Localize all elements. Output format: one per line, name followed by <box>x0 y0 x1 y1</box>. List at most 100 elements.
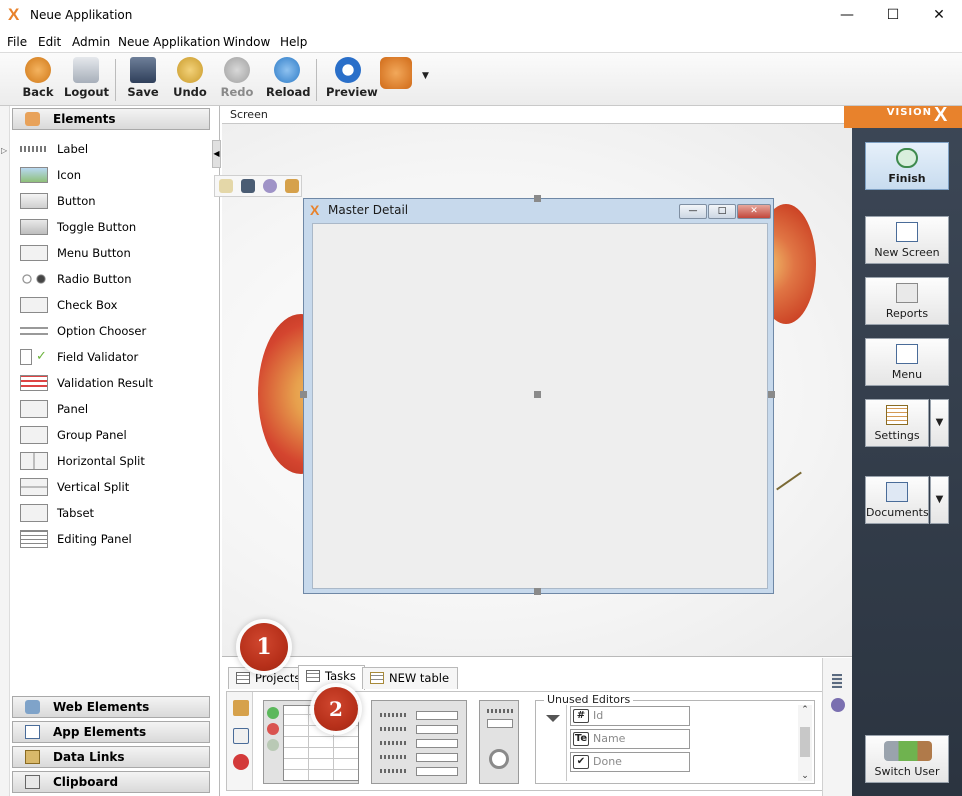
scroll-down-icon[interactable]: ⌄ <box>800 771 810 781</box>
unused-editors-scrollbar[interactable]: ⌃ ⌄ <box>798 705 812 781</box>
menu-button[interactable]: Menu <box>865 338 949 386</box>
menu-edit[interactable]: Edit <box>38 35 61 49</box>
menu-neue-applikation[interactable]: Neue Applikation <box>118 35 220 49</box>
collapse-arrow-icon[interactable]: ▷ <box>1 146 7 155</box>
reload-button[interactable]: Reload <box>266 57 311 103</box>
form-row <box>380 767 460 776</box>
right-sidebar: VISION X Finish New Screen Reports Menu … <box>844 104 962 796</box>
cube-icon <box>25 112 40 126</box>
form-row <box>380 711 460 720</box>
dropdown-arrow-icon: ▼ <box>422 71 429 81</box>
mobile-icon[interactable] <box>241 179 255 193</box>
horizontal-split-icon <box>20 452 48 470</box>
scroll-up-icon[interactable]: ⌃ <box>800 705 810 715</box>
globe-icon[interactable] <box>831 698 845 712</box>
step-badge-1: 1 <box>240 623 288 671</box>
documents-button[interactable]: Documents <box>865 476 929 524</box>
minimize-button[interactable]: — <box>824 0 870 30</box>
magnifier-icon <box>489 749 509 769</box>
undo-icon <box>177 57 203 83</box>
form-icon[interactable] <box>233 728 249 744</box>
preview-button[interactable]: Preview <box>326 57 378 103</box>
form-preview[interactable] <box>371 700 467 784</box>
new-screen-button[interactable]: New Screen <box>865 216 949 264</box>
inner-close-button[interactable]: ✕ <box>737 204 771 219</box>
form-row <box>380 725 460 734</box>
checkbox-icon <box>20 297 48 313</box>
unused-editor-name[interactable]: Te Name <box>570 729 690 749</box>
resize-handle[interactable] <box>534 195 541 202</box>
menu-help[interactable]: Help <box>280 35 307 49</box>
settings-dropdown[interactable]: ▼ <box>930 399 949 447</box>
pencil-icon[interactable] <box>233 700 249 716</box>
elements-category[interactable]: Elements <box>12 108 210 130</box>
left-panel: ▷ Elements ◀ Label Icon Button Toggle Bu… <box>0 106 221 796</box>
x-logo-icon: X <box>934 104 948 126</box>
number-field-icon: # <box>573 709 589 723</box>
inner-window-title: Master Detail <box>328 203 409 217</box>
bottom-editor-panel: Projects Tasks NEW table Unused Editors … <box>222 623 852 796</box>
x-gear-icon <box>380 57 412 89</box>
resize-handle[interactable] <box>534 588 541 595</box>
menu-window[interactable]: Window <box>223 35 270 49</box>
data-links-category[interactable]: Data Links <box>12 746 210 768</box>
maximize-button[interactable]: ☐ <box>870 0 916 30</box>
menu-icon <box>896 344 918 364</box>
bottom-side-rail <box>822 658 852 796</box>
search-preview[interactable] <box>479 700 519 784</box>
switch-user-button[interactable]: Switch User <box>865 735 949 783</box>
scroll-thumb[interactable] <box>800 727 810 757</box>
close-button[interactable]: ✕ <box>916 0 962 30</box>
x-logo-icon: X <box>8 5 20 24</box>
breadcrumb-screen[interactable]: Screen <box>230 108 268 121</box>
settings-button[interactable]: Settings <box>865 399 929 447</box>
back-button[interactable]: Back <box>20 57 56 103</box>
text-field-icon: Te <box>573 732 589 746</box>
save-button[interactable]: Save <box>126 57 160 103</box>
resize-handle[interactable] <box>534 391 541 398</box>
unused-editors-title: Unused Editors <box>544 693 634 706</box>
list-icon[interactable] <box>832 674 842 688</box>
background-apple-stem <box>776 471 802 491</box>
inner-window-body[interactable] <box>312 223 768 589</box>
redo-button[interactable]: Redo <box>220 57 254 103</box>
web-elements-category[interactable]: Web Elements <box>12 696 210 718</box>
validation-result-icon <box>20 375 48 391</box>
remove-row-icon[interactable] <box>267 723 279 735</box>
undo-button[interactable]: Undo <box>172 57 208 103</box>
menu-admin[interactable]: Admin <box>72 35 110 49</box>
clipboard-category[interactable]: Clipboard <box>12 771 210 793</box>
unused-editors-group: Unused Editors # Id Te Name ✔ Done ⌃ ⌄ <box>535 693 815 784</box>
x-logo-icon: X <box>310 202 320 218</box>
reports-icon <box>896 283 918 303</box>
tab-tasks[interactable]: Tasks <box>298 665 365 690</box>
clipboard-icon <box>25 775 40 789</box>
browser-icon <box>335 57 361 83</box>
finish-button[interactable]: Finish <box>865 142 949 190</box>
mini-toolbar <box>214 175 302 197</box>
window-title: Neue Applikation <box>30 8 133 22</box>
tools-menu-button[interactable]: ▼ <box>380 57 430 103</box>
logout-button[interactable]: Logout <box>64 57 109 103</box>
documents-dropdown[interactable]: ▼ <box>930 476 949 524</box>
add-row-icon[interactable] <box>267 707 279 719</box>
inner-minimize-button[interactable]: — <box>679 204 707 219</box>
app-elements-category[interactable]: App Elements <box>12 721 210 743</box>
globe-icon[interactable] <box>263 179 277 193</box>
database-icon[interactable] <box>219 179 233 193</box>
collapse-panel-handle[interactable]: ◀ <box>212 140 221 168</box>
tab-new-table[interactable]: NEW table <box>362 667 459 689</box>
delete-icon[interactable] <box>233 754 249 770</box>
inner-maximize-button[interactable]: □ <box>708 204 736 219</box>
resize-handle[interactable] <box>768 391 775 398</box>
menu-file[interactable]: File <box>7 35 27 49</box>
filter-icon[interactable] <box>546 715 560 722</box>
unused-editor-done[interactable]: ✔ Done <box>570 752 690 772</box>
resize-handle[interactable] <box>300 391 307 398</box>
reports-button[interactable]: Reports <box>865 277 949 325</box>
brand-bar: VISION X <box>844 104 962 128</box>
move-row-icon[interactable] <box>267 739 279 751</box>
unused-editor-id[interactable]: # Id <box>570 706 690 726</box>
pencil-icon[interactable] <box>285 179 299 193</box>
brand-text: VISION <box>886 107 932 118</box>
